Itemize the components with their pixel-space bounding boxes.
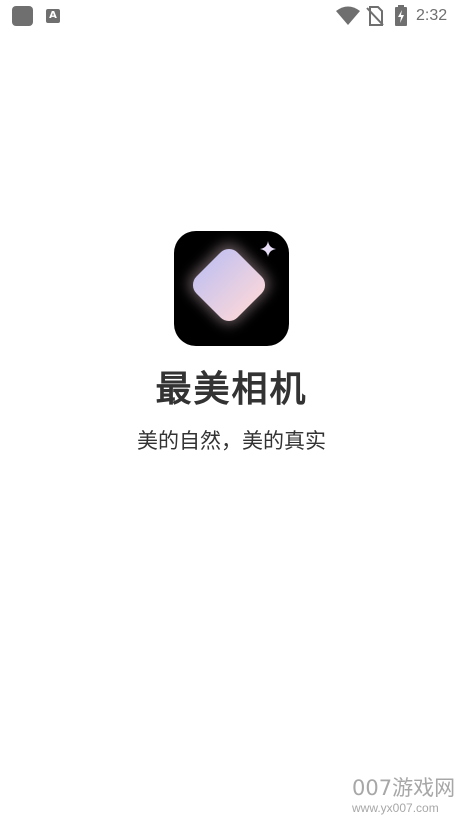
app-slogan: 美的自然，美的真实 [137, 429, 326, 453]
a-notification-letter: A [49, 10, 57, 21]
app-logo [174, 231, 289, 346]
status-time: 2:32 [416, 7, 448, 24]
no-sim-icon [366, 6, 384, 26]
app-name: 最美相机 [155, 369, 308, 410]
app-notification-icon [12, 6, 33, 26]
watermark-url: www.yx007.com [352, 801, 439, 815]
sparkle-icon [260, 241, 276, 257]
watermark-title: 007游戏网 [352, 776, 456, 800]
status-bar: A 2:32 [0, 0, 463, 32]
wifi-icon [336, 6, 360, 25]
watermark: 007游戏网 www.yx007.com [352, 776, 460, 820]
a-notification-icon: A [46, 9, 60, 23]
diamond-logo-icon [187, 243, 271, 327]
battery-charging-icon [395, 5, 407, 26]
